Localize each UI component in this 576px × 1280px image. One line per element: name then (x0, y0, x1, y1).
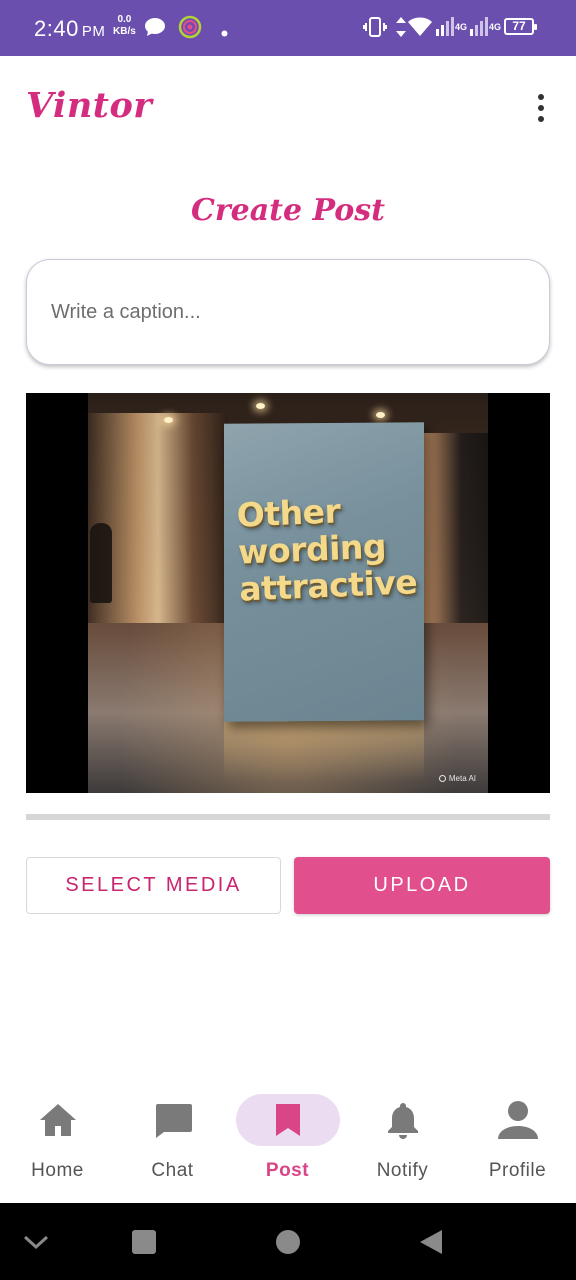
person-icon (496, 1098, 540, 1142)
nav-item-chat[interactable]: Chat (115, 1078, 230, 1203)
upload-button[interactable]: UPLOAD (294, 857, 550, 914)
ceiling-light (256, 403, 265, 409)
signal-icon (436, 17, 454, 42)
selected-image: Other wording attractive Meta AI (88, 393, 488, 793)
nav-item-home[interactable]: Home (0, 1078, 115, 1203)
back-icon[interactable] (417, 1203, 445, 1280)
recents-icon[interactable] (130, 1203, 158, 1280)
nav-item-notify[interactable]: Notify (345, 1078, 460, 1203)
status-time: 2:40 PM (34, 16, 105, 42)
status-time-value: 2:40 (34, 16, 79, 41)
upload-progress-bar (26, 814, 550, 820)
meta-ai-icon (438, 775, 446, 782)
nav-label: Post (265, 1160, 310, 1181)
wifi-icon (407, 17, 433, 42)
chat-bubble-icon (144, 17, 166, 42)
status-bar: 2:40 PM 0.0 KB/s 4G 4G 77 (0, 0, 576, 56)
sign-line: attractive (238, 562, 418, 609)
signal-4g-label: 4G (455, 22, 468, 32)
net-speed-value: 0.0 (117, 14, 132, 25)
vibrate-icon (363, 16, 387, 43)
caption-input[interactable] (51, 290, 521, 334)
bell-icon (381, 1098, 425, 1142)
signal-4g-label: 4G (489, 22, 502, 32)
status-time-ampm: PM (81, 23, 106, 40)
nav-item-profile[interactable]: Profile (460, 1078, 575, 1203)
nav-label: Profile (488, 1160, 547, 1181)
net-speed: 0.0 KB/s (113, 14, 136, 38)
nav-label: Notify (376, 1160, 429, 1181)
select-media-button[interactable]: SELECT MEDIA (26, 857, 281, 914)
home-circle-icon[interactable] (274, 1203, 302, 1280)
sign-board: Other wording attractive (224, 422, 424, 722)
chat-icon (151, 1098, 195, 1142)
nav-label: Chat (151, 1160, 194, 1181)
caption-field[interactable] (26, 259, 550, 365)
watermark-text: Meta AI (448, 774, 476, 783)
watermark: Meta AI (438, 774, 476, 783)
record-icon (178, 15, 202, 44)
nav-item-post[interactable]: Post (230, 1078, 345, 1203)
home-icon (36, 1098, 80, 1142)
person-silhouette (90, 523, 112, 603)
sign-text: Other wording attractive (236, 489, 418, 609)
signal-icon (470, 17, 488, 42)
ceiling-light (164, 417, 173, 423)
ceiling-light (376, 412, 385, 418)
data-arrows-icon (395, 16, 407, 43)
page-title: Create Post (190, 193, 386, 228)
dot-icon (221, 24, 228, 42)
nav-label: Home (31, 1160, 84, 1181)
chevron-down-icon[interactable] (20, 1203, 52, 1280)
more-vert-icon[interactable] (530, 92, 552, 124)
floor-reflection (224, 721, 424, 781)
battery-icon: 77 (504, 18, 537, 35)
bottom-navigation: Home Chat Post Notify Profile (0, 1078, 576, 1203)
app-title: Vintor (26, 85, 153, 126)
net-speed-unit: KB/s (113, 26, 136, 37)
bookmark-icon (266, 1098, 310, 1142)
media-preview: Other wording attractive Meta AI (26, 393, 550, 793)
system-navigation-bar (0, 1203, 576, 1280)
